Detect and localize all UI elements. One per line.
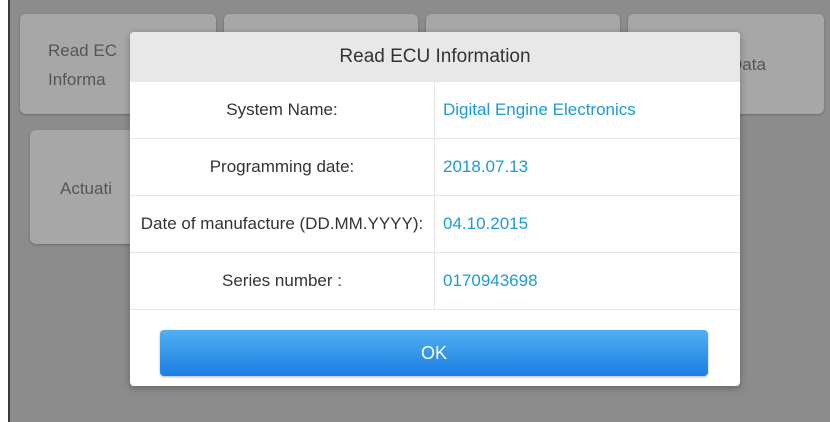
ok-button[interactable]: OK	[160, 330, 708, 376]
dialog-header: Read ECU Information	[130, 32, 740, 82]
dialog-footer: OK	[130, 310, 740, 386]
table-row-programming-date: Programming date: 2018.07.13	[130, 138, 740, 196]
table-row-manufacture-date: Date of manufacture (DD.MM.YYYY): 04.10.…	[130, 195, 740, 253]
series-number-value: 0170943698	[434, 252, 740, 310]
read-ecu-info-dialog: Read ECU Information System Name: Digita…	[130, 32, 740, 386]
manufacture-date-label: Date of manufacture (DD.MM.YYYY):	[130, 195, 435, 253]
app-screen: Read EC Informa Data Actuati Read ECU In…	[8, 0, 830, 422]
manufacture-date-value: 04.10.2015	[434, 195, 740, 253]
system-name-label: System Name:	[130, 82, 435, 139]
table-row-series-number: Series number : 0170943698	[130, 252, 740, 310]
table-row-system-name: System Name: Digital Engine Electronics	[130, 82, 740, 139]
system-name-value: Digital Engine Electronics	[434, 82, 740, 139]
dialog-title: Read ECU Information	[339, 46, 531, 67]
ecu-info-table: System Name: Digital Engine Electronics …	[130, 82, 740, 310]
programming-date-label: Programming date:	[130, 138, 435, 196]
programming-date-value: 2018.07.13	[434, 138, 740, 196]
series-number-label: Series number :	[130, 252, 435, 310]
